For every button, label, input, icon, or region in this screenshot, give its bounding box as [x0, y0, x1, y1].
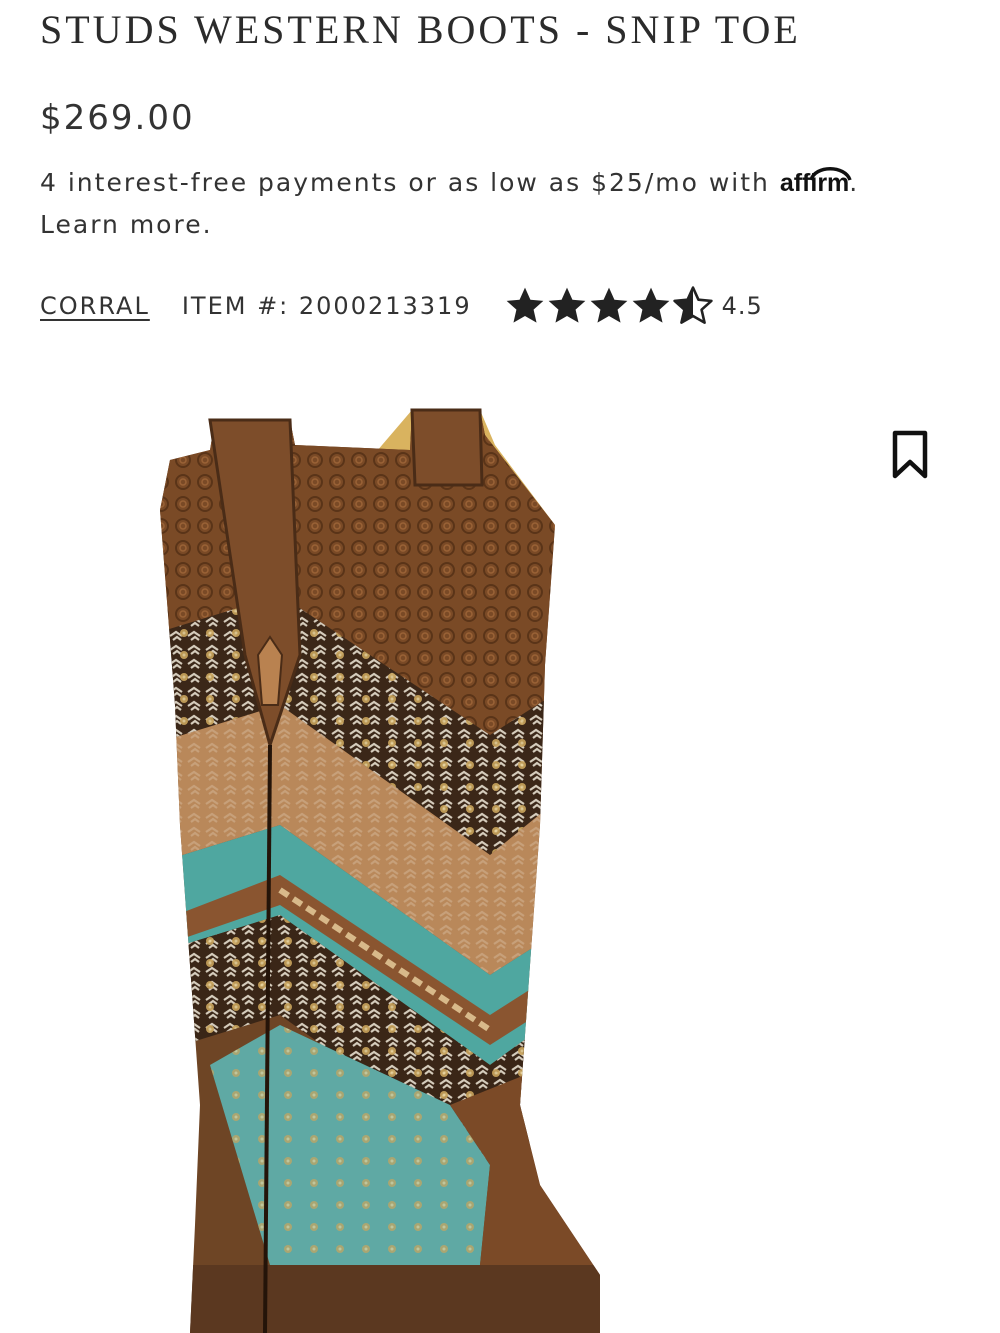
financing-info: 4 interest-free payments or as low as $2…: [40, 162, 940, 245]
rating-value: 4.5: [721, 292, 763, 320]
brand-link[interactable]: CORRAL: [40, 292, 150, 320]
western-boot-image: [160, 408, 600, 1333]
star-half-icon: [672, 286, 713, 324]
affirm-logo: affirm: [780, 167, 852, 197]
star-icon: [506, 287, 543, 323]
item-number: ITEM #: 2000213319: [181, 292, 472, 320]
product-image[interactable]: [150, 405, 600, 1333]
product-title: STUDS WESTERN BOOTS - SNIP TOE: [40, 7, 801, 52]
affirm-arc-icon: [809, 167, 852, 181]
star-icon: [590, 287, 627, 323]
product-meta: CORRAL ITEM #: 2000213319 4.5: [40, 284, 763, 328]
learn-more-link[interactable]: Learn more.: [40, 210, 213, 239]
star-icon: [548, 287, 585, 323]
bookmark-icon[interactable]: [890, 430, 930, 480]
product-price: $269.00: [40, 98, 195, 138]
financing-text: 4 interest-free payments or as low as $2…: [40, 168, 770, 197]
star-icon: [632, 287, 669, 323]
rating-stars[interactable]: 4.5: [504, 285, 763, 327]
